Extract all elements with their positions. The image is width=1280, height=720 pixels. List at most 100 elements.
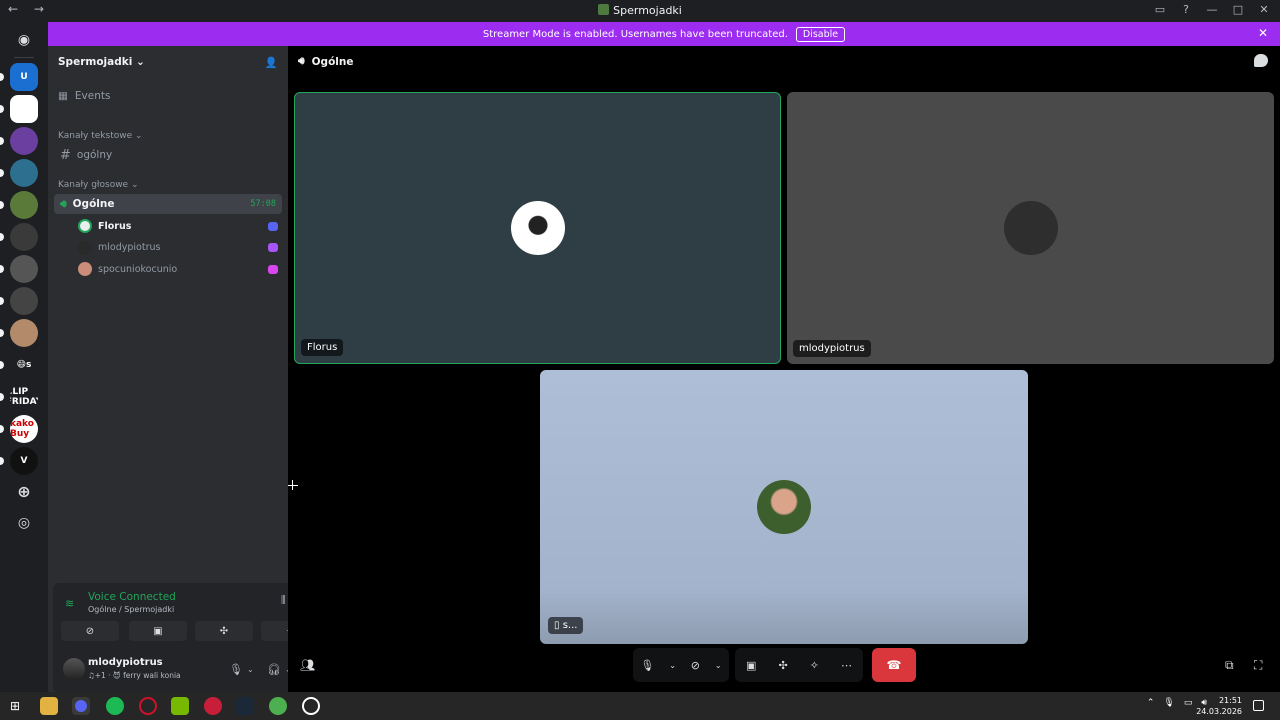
activities-icon[interactable]: ✣ [778, 659, 787, 672]
server-icon[interactable] [10, 127, 38, 155]
discover-icon[interactable]: ◎ [10, 509, 38, 537]
tray-mic-icon[interactable]: 🎙︎ [1163, 698, 1174, 708]
banner-text: Streamer Mode is enabled. Usernames have… [482, 28, 788, 40]
participant-name: Florus [301, 339, 344, 356]
server-icon[interactable]: V [10, 447, 38, 475]
disconnect-button[interactable]: ☎ [872, 648, 916, 682]
signal-icon[interactable]: ≋ [65, 597, 74, 610]
discord-taskbar-icon[interactable] [72, 697, 90, 715]
soundboard-icon[interactable]: ✧ [810, 659, 819, 672]
obs-icon[interactable] [302, 697, 320, 715]
streamer-mode-banner: Streamer Mode is enabled. Usernames have… [48, 22, 1280, 46]
participant-name-text: s... [562, 620, 578, 631]
participant-name: mlodypiotrus [793, 340, 871, 357]
network-icon[interactable]: ▭ [1184, 698, 1193, 708]
events-label: Events [74, 90, 111, 102]
microphone-icon[interactable]: 🎙︎ [229, 663, 243, 676]
video-tile-florus[interactable]: Florus [294, 92, 781, 364]
voice-user-row[interactable]: mlodypiotrus [78, 239, 278, 257]
server-icon[interactable]: CLIP FRIDAY [10, 383, 38, 411]
unread-pill [0, 169, 4, 177]
voice-channel-ogolne[interactable]: 🔊︎ Ogólne 57:08 [54, 194, 282, 214]
voice-user-name: Florus [98, 220, 132, 232]
channel-header: 🔊︎ Ogólne [298, 55, 353, 68]
speaker-icon: 🔊︎ [298, 55, 305, 67]
video-tile-mlodypiotrus[interactable]: mlodypiotrus [787, 92, 1274, 364]
tray-chevron-icon[interactable]: ⌃ [1147, 698, 1155, 708]
category-voice-channels[interactable]: Kanały głosowe ⌄ [58, 180, 139, 190]
server-icon[interactable] [10, 319, 38, 347]
server-icon[interactable] [10, 255, 38, 283]
separator [14, 57, 34, 58]
steam-icon[interactable] [236, 697, 254, 715]
user-avatar [78, 240, 92, 255]
windows-taskbar: ⊞ ⌃ 🎙︎ ▭ 🔊︎ 21:51 24.03.2026 [0, 692, 1280, 720]
activities-button[interactable]: ✣ [195, 621, 253, 641]
screen-share-button[interactable]: ▣ [129, 621, 187, 641]
nvidia-icon[interactable] [171, 697, 189, 715]
voice-user-row[interactable]: spocuniokocunio [78, 260, 278, 278]
user-avatar[interactable] [63, 658, 85, 680]
mic-chevron-icon[interactable]: ⌄ [669, 661, 676, 670]
hash-icon: # [60, 147, 71, 163]
screen-share-icon[interactable]: ▣ [746, 659, 756, 672]
inbox-icon[interactable]: ▭ [1154, 3, 1166, 16]
windows-start-icon[interactable]: ⊞ [10, 699, 20, 713]
server-icon[interactable] [10, 159, 38, 187]
channel-ogolny[interactable]: # ogólny [54, 145, 282, 165]
minimize-button[interactable]: — [1206, 3, 1218, 16]
server-icon[interactable] [10, 287, 38, 315]
clock[interactable]: 21:51 24.03.2026 [1196, 695, 1242, 717]
disable-streamer-button[interactable]: Disable [795, 26, 846, 42]
server-icon[interactable] [10, 223, 38, 251]
voice-status[interactable]: Voice Connected [88, 591, 176, 603]
server-logo-icon [598, 4, 610, 15]
discord-home-icon[interactable]: ◉ [10, 26, 38, 54]
voice-user-row[interactable]: Florus [78, 217, 278, 235]
close-banner-icon[interactable]: ✕ [1258, 26, 1268, 40]
unread-pill [0, 201, 4, 209]
invite-icon[interactable]: 👤 [265, 56, 278, 69]
headphones-icon[interactable]: 🎧︎ [267, 663, 281, 676]
participant-name: ▯ s... [548, 617, 584, 634]
camera-off-button[interactable]: ⊘ [61, 621, 119, 641]
category-text-channels[interactable]: Kanały tekstowe ⌄ [58, 131, 143, 141]
spotify-icon[interactable] [106, 697, 124, 715]
unread-pill [0, 233, 4, 241]
chat-icon[interactable] [1254, 54, 1268, 67]
server-icon[interactable]: kako Buy [10, 415, 38, 443]
fullscreen-icon[interactable]: ⛶ [1254, 658, 1262, 673]
server-icon[interactable]: 😄s [10, 351, 38, 379]
server-icon[interactable] [10, 95, 38, 123]
mic-options-chevron-icon[interactable]: ⌄ [247, 665, 254, 674]
file-explorer-icon[interactable] [40, 697, 58, 715]
server-name: Spermojadki [58, 56, 133, 68]
speaker-icon: 🔊︎ [60, 197, 67, 210]
server-icon[interactable] [10, 191, 38, 219]
activity-controls: ▣ ✣ ✧ ⋯ [735, 648, 863, 682]
server-icon[interactable]: U [10, 63, 38, 91]
invite-to-voice-icon[interactable]: 👥︎ [300, 658, 315, 672]
more-options-icon[interactable]: ⋯ [841, 659, 852, 672]
add-server-icon[interactable]: ⊕ [10, 477, 38, 505]
user-avatar [78, 262, 92, 276]
video-tile-third[interactable]: ▯ s... [540, 370, 1028, 644]
server-header[interactable]: Spermojadki ⌄ 👤 [48, 46, 288, 78]
help-icon[interactable]: ? [1180, 3, 1192, 16]
notifications-icon[interactable] [1253, 700, 1264, 711]
mouse-cursor [288, 480, 298, 490]
voice-location[interactable]: Ogólne / Spermojadki [88, 605, 174, 614]
maximize-button[interactable]: □ [1232, 3, 1244, 16]
close-window-button[interactable]: ✕ [1258, 3, 1270, 16]
opera-icon[interactable] [139, 697, 157, 715]
user-name[interactable]: mlodypiotrus [88, 657, 163, 668]
camera-chevron-icon[interactable]: ⌄ [715, 661, 722, 670]
popout-icon[interactable]: ⧉ [1225, 658, 1234, 673]
riot-icon[interactable] [204, 697, 222, 715]
events-item[interactable]: ▦ Events [58, 90, 110, 102]
noise-suppression-icon[interactable]: ⫼ [281, 595, 286, 606]
mic-icon[interactable]: 🎙︎ [640, 659, 654, 672]
user-avatar [78, 219, 92, 233]
camera-off-icon[interactable]: ⊘ [691, 659, 700, 672]
chrome-icon[interactable] [269, 697, 287, 715]
